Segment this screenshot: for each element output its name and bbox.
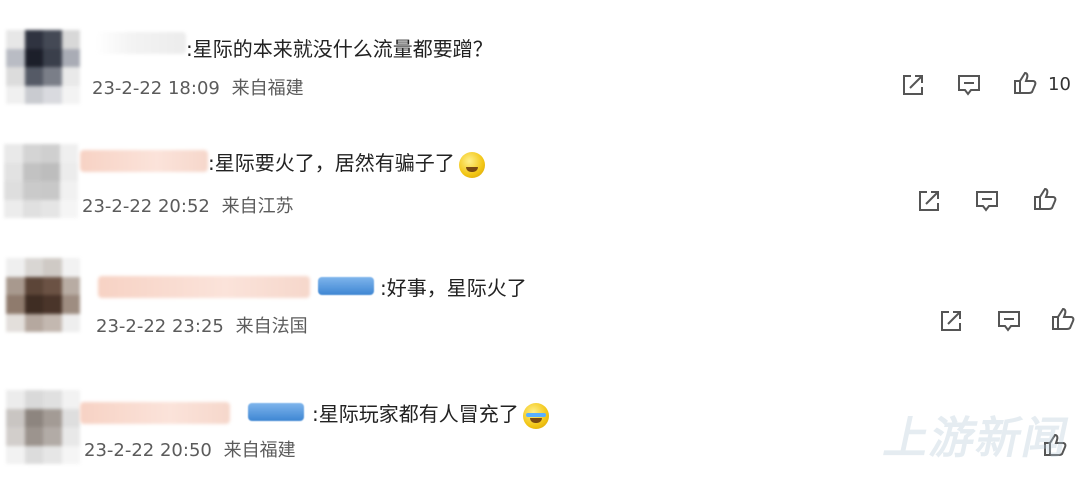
username-blurred[interactable]	[96, 32, 186, 54]
avatar[interactable]	[4, 144, 78, 218]
comment-time: 23-2-22 18:09	[92, 78, 220, 99]
like-icon[interactable]	[1048, 304, 1078, 334]
comment-text: :好事，星际火了	[380, 276, 527, 300]
avatar[interactable]	[6, 390, 80, 464]
comment-item: :星际要火了，居然有骗子了 23-2-22 20:52 来自江苏	[0, 130, 1080, 248]
share-icon[interactable]	[936, 306, 966, 336]
like-count: 10	[1048, 74, 1071, 95]
comment-time: 23-2-22 20:50	[84, 440, 212, 461]
comment-icon[interactable]	[972, 186, 1002, 216]
comment-location: 来自福建	[231, 78, 304, 99]
vip-badge	[318, 277, 374, 295]
share-icon[interactable]	[898, 70, 928, 100]
vip-badge	[248, 403, 304, 421]
comment-text: :星际要火了，居然有骗子了	[208, 147, 485, 178]
comment-icon[interactable]	[994, 306, 1024, 336]
username-blurred[interactable]	[80, 150, 208, 172]
comment-location: 来自法国	[235, 316, 308, 337]
avatar[interactable]	[6, 30, 80, 104]
comment-time: 23-2-22 20:52	[82, 196, 210, 217]
comment-meta: 23-2-22 18:09 来自福建	[92, 74, 304, 100]
comment-meta: 23-2-22 20:52 来自江苏	[82, 192, 294, 218]
comment-text: :星际的本来就没什么流量都要蹭？	[186, 37, 493, 61]
grimace-emoji-icon	[458, 151, 485, 178]
comment-time: 23-2-22 23:25	[96, 316, 224, 337]
comment-location: 来自福建	[223, 440, 296, 461]
like-icon[interactable]	[1030, 184, 1060, 214]
like-icon[interactable]	[1010, 68, 1040, 98]
username-blurred[interactable]	[98, 276, 310, 298]
comment-item: :好事，星际火了 23-2-22 23:25 来自法国	[0, 248, 1080, 366]
avatar[interactable]	[6, 258, 80, 332]
comment-meta: 23-2-22 20:50 来自福建	[84, 436, 296, 462]
share-icon[interactable]	[914, 186, 944, 216]
comment-item: :星际的本来就没什么流量都要蹭？ 23-2-22 18:09 来自福建 10	[0, 18, 1080, 136]
username-blurred[interactable]	[80, 402, 230, 424]
comment-text: :星际玩家都有人冒充了	[312, 398, 549, 429]
comment-icon[interactable]	[954, 70, 984, 100]
watermark-logo: 上游新闻	[879, 413, 1075, 464]
comment-meta: 23-2-22 23:25 来自法国	[96, 312, 308, 338]
comment-location: 来自江苏	[221, 196, 294, 217]
crying-laugh-emoji-icon	[522, 402, 549, 429]
